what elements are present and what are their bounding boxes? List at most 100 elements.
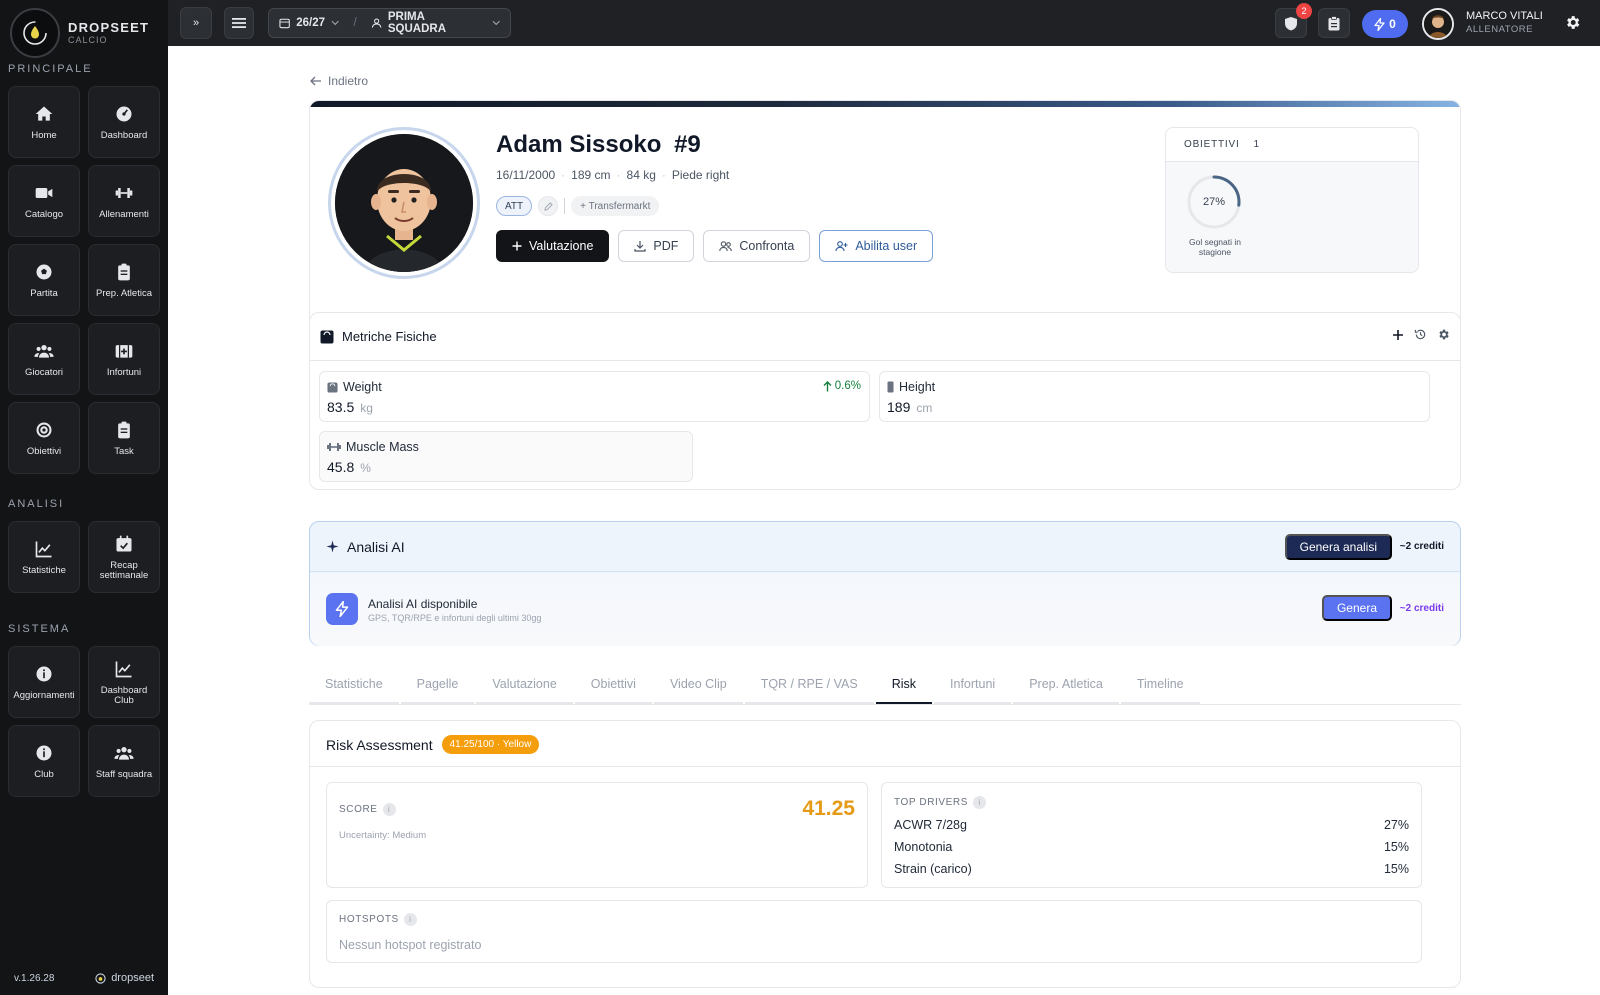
edit-role-button[interactable] [538, 196, 559, 216]
metrics-settings-button[interactable] [1437, 328, 1450, 344]
genera-button[interactable]: Genera [1321, 595, 1392, 621]
back-link[interactable]: Indietro [310, 74, 368, 88]
credits-button[interactable]: 0 [1362, 10, 1408, 38]
footer-brand-label: dropseet [111, 972, 154, 984]
nav-statistiche[interactable]: Statistiche [8, 521, 80, 593]
user-avatar[interactable] [1422, 8, 1454, 40]
clipboard-icon [118, 263, 130, 280]
nav-catalogo[interactable]: Catalogo [8, 165, 80, 237]
gauge-icon [116, 106, 132, 121]
metric-unit: % [360, 461, 371, 475]
role-tag[interactable]: ATT [496, 196, 533, 216]
player-meta: 16/11/2000 · 189 cm · 84 kg · Piede right [496, 168, 730, 182]
nav-grid-principale: Home Dashboard Catalogo Allenamenti Part… [8, 86, 160, 474]
nav-label: Recap settimanale [99, 559, 149, 581]
nav-partita[interactable]: Partita [8, 244, 80, 316]
player-avatar [328, 127, 480, 279]
brand[interactable]: DROPSEET CALCIO [10, 8, 149, 58]
nav-dashboard[interactable]: Dashboard [88, 86, 160, 158]
driver-value: 15% [1383, 840, 1409, 854]
expand-sidebar-button[interactable]: » [180, 7, 212, 39]
section-title-analisi: ANALISI [8, 498, 65, 510]
player-name: Adam Sissoko #9 [496, 131, 701, 159]
ai-credits: ~2 crediti [1399, 541, 1444, 552]
score-value: 41.25 [802, 797, 855, 820]
metric-height[interactable]: Height 189 cm [879, 371, 1430, 422]
nav-home[interactable]: Home [8, 86, 80, 158]
season-label: 26/27 [296, 17, 326, 29]
tab-statistiche[interactable]: Statistiche [309, 665, 399, 704]
nav-dashboard-club[interactable]: Dashboard Club [88, 646, 160, 718]
nav-allenamenti[interactable]: Allenamenti [88, 165, 160, 237]
tab-risk[interactable]: Risk [875, 665, 933, 704]
season-team-selector[interactable]: 26/27 / PRIMA SQUADRA [268, 8, 511, 38]
menu-button[interactable] [224, 7, 254, 39]
nav-label: Dashboard [100, 129, 148, 141]
notifications-badge: 2 [1296, 3, 1312, 19]
info-icon[interactable]: i [403, 913, 417, 926]
obiettivi-title: OBIETTIVI [1184, 139, 1240, 150]
metric-weight[interactable]: Weight 83.5 kg 0.6% [319, 371, 870, 422]
transfermarkt-button[interactable]: + Transfermarkt [571, 196, 660, 216]
gear-icon [1567, 16, 1580, 29]
tab-prep-atletica[interactable]: Prep. Atletica [1013, 665, 1119, 704]
risk-badge: 41.25/100 · Yellow [441, 735, 540, 754]
nav-club[interactable]: Club [8, 725, 80, 797]
goal-label: Gol segnati in stagione [1189, 237, 1241, 257]
section-title-sistema: SISTEMA [8, 623, 71, 635]
obiettivi-widget[interactable]: OBIETTIVI 1 27% Gol segnati in stagione [1165, 127, 1419, 273]
pencil-icon [543, 201, 553, 211]
nav-aggiornamenti[interactable]: Aggiornamenti [8, 646, 80, 718]
player-actions: Valutazione PDF Confronta Abilita user [496, 230, 934, 262]
driver-name: Strain (carico) [894, 862, 972, 876]
chevron-down-icon [492, 20, 500, 26]
tab-pagelle[interactable]: Pagelle [400, 665, 475, 704]
info-icon[interactable]: i [382, 803, 396, 816]
tab-infortuni[interactable]: Infortuni [934, 665, 1012, 704]
pdf-button[interactable]: PDF [618, 230, 695, 262]
metrics-title: Metriche Fisiche [342, 329, 437, 344]
nav-recap-settimanale[interactable]: Recap settimanale [88, 521, 160, 593]
add-valutazione-button[interactable]: Valutazione [496, 230, 610, 262]
obiettivi-count: 1 [1253, 139, 1260, 150]
genera-analisi-button[interactable]: Genera analisi [1284, 534, 1392, 560]
confronta-label: Confronta [739, 239, 795, 253]
users-icon [371, 18, 381, 28]
history-button[interactable] [1414, 328, 1427, 344]
team-label: PRIMA SQUADRA [387, 11, 447, 35]
metric-muscle-mass[interactable]: Muscle Mass 45.8% [319, 431, 693, 482]
settings-button[interactable] [1564, 14, 1581, 36]
hotspots-empty: Nessun hotspot registrato [339, 938, 482, 952]
tab-obiettivi[interactable]: Obiettivi [574, 665, 652, 704]
hotspots-label: HOTSPOTS [339, 914, 399, 925]
tab-valutazione[interactable]: Valutazione [476, 665, 573, 704]
ai-available-title: Analisi AI disponibile [368, 597, 478, 611]
nav-label: Catalogo [24, 208, 64, 220]
tab-tqr-rpe-vas[interactable]: TQR / RPE / VAS [744, 665, 874, 704]
nav-obiettivi[interactable]: Obiettivi [8, 402, 80, 474]
footer-brand[interactable]: dropseet [95, 972, 154, 984]
nav-label: Club [34, 768, 54, 780]
menu-icon [232, 18, 246, 28]
brand-logo-icon [10, 8, 60, 58]
nav-giocatori[interactable]: Giocatori [8, 323, 80, 395]
nav-infortuni[interactable]: Infortuni [88, 323, 160, 395]
tab-video-clip[interactable]: Video Clip [653, 665, 743, 704]
driver-name: ACWR 7/28g [894, 818, 967, 832]
nav-prep-atletica[interactable]: Prep. Atletica [88, 244, 160, 316]
info-icon[interactable]: i [973, 796, 987, 809]
home-icon [35, 106, 53, 121]
add-metric-button[interactable] [1392, 329, 1404, 344]
tab-timeline[interactable]: Timeline [1120, 665, 1200, 704]
confronta-button[interactable]: Confronta [703, 230, 811, 262]
nav-staff-squadra[interactable]: Staff squadra [88, 725, 160, 797]
ai-available-panel: Analisi AI disponibile GPS, TQR/RPE e in… [310, 573, 1460, 646]
tasks-button[interactable] [1318, 8, 1350, 38]
player-birthdate: 16/11/2000 [496, 168, 556, 182]
metric-value: 83.5 [327, 399, 355, 415]
notifications-button[interactable]: 2 [1275, 3, 1312, 38]
nav-task[interactable]: Task [88, 402, 160, 474]
abilita-user-button[interactable]: Abilita user [819, 230, 934, 262]
brand-sub: CALCIO [68, 35, 108, 45]
user-info[interactable]: MARCO VITALI ALLENATORE [1466, 10, 1543, 36]
